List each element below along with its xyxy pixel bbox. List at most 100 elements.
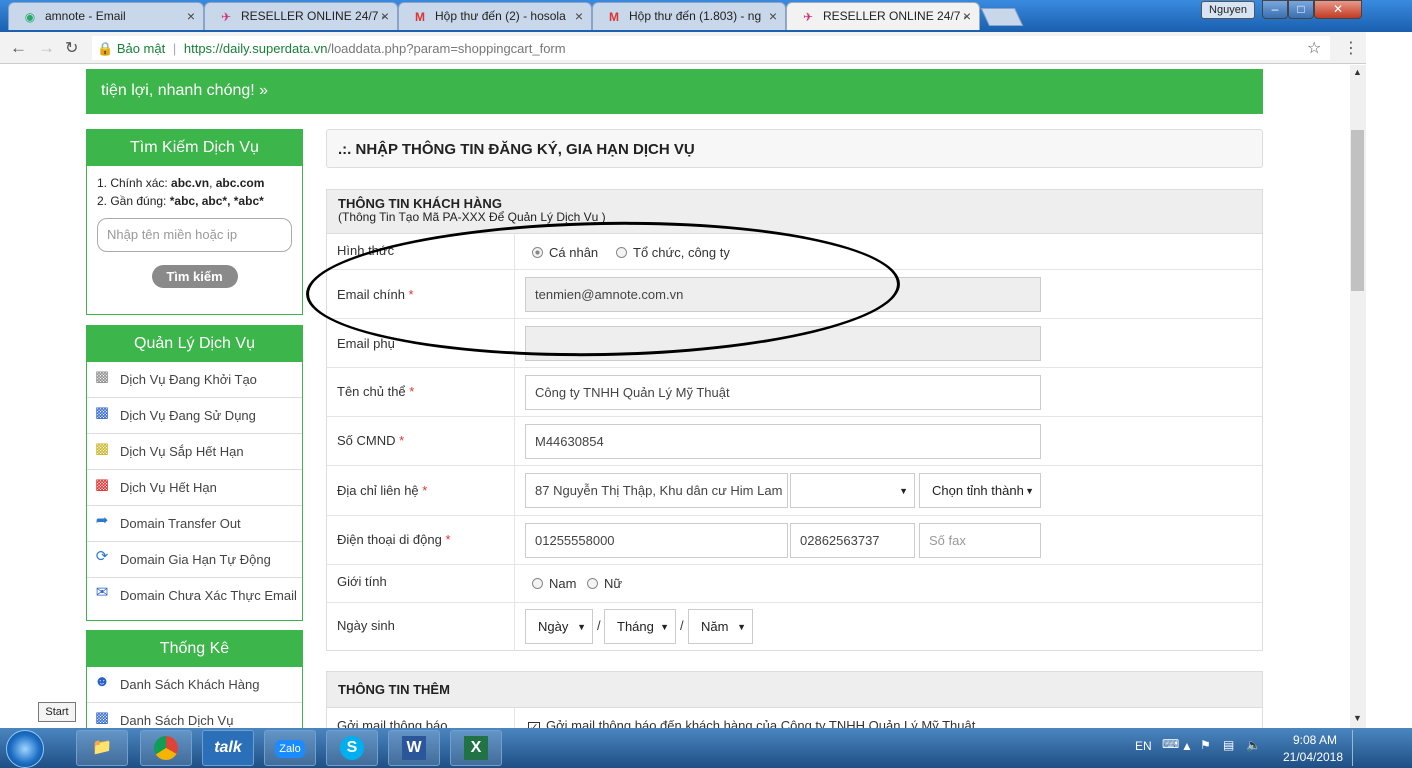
menu-item-customers[interactable]: ☻ Danh Sách Khách Hàng	[87, 667, 302, 703]
scroll-down-icon[interactable]: ▼	[1353, 713, 1362, 723]
vertical-scrollbar[interactable]: ▲ ▼	[1350, 65, 1366, 728]
expiring-service-icon: ▩	[94, 440, 110, 457]
divider	[514, 708, 515, 728]
menu-item-expired[interactable]: ▩ Dịch Vụ Hết Hạn	[87, 470, 302, 506]
address-field[interactable]: 87 Nguyễn Thị Thập, Khu dân cư Him Lam	[525, 473, 788, 508]
clock-time[interactable]: 9:08 AM	[1284, 733, 1346, 747]
close-tab-icon[interactable]: ×	[187, 8, 195, 24]
domain-search-input[interactable]: Nhập tên miền hoặc ip	[97, 218, 292, 252]
radio-male[interactable]: Nam	[532, 576, 576, 591]
browser-tabstrip: ◉ amnote - Email × ✈ RESELLER ONLINE 24/…	[0, 0, 1412, 32]
browser-tab-reseller-active[interactable]: ✈ RESELLER ONLINE 24/7 - ×	[786, 2, 980, 30]
show-desktop-button[interactable]	[1352, 730, 1366, 766]
menu-item-transfer[interactable]: ➦ Domain Transfer Out	[87, 506, 302, 542]
row-id: Số CMND * M44630854	[327, 417, 1262, 466]
owner-name-field[interactable]: Công ty TNHH Quản Lý Mỹ Thuật	[525, 375, 1041, 410]
section-subheading: (Thông Tin Tạo Mã PA-XXX Để Quản Lý Dịch…	[338, 210, 606, 224]
phone-field[interactable]: 02862563737	[790, 523, 915, 558]
customer-section-header: THÔNG TIN KHÁCH HÀNG (Thông Tin Tạo Mã P…	[327, 190, 1262, 234]
menu-item-services[interactable]: ▩ Danh Sách Dịch Vụ	[87, 703, 302, 728]
label-text: Điện thoại di động	[337, 532, 442, 547]
volume-icon[interactable]: 🔈	[1246, 738, 1261, 752]
district-select[interactable]: ▼	[790, 473, 915, 508]
menu-item-expiring[interactable]: ▩ Dịch Vụ Sắp Hết Hạn	[87, 434, 302, 470]
chrome-taskbar-button[interactable]	[140, 730, 192, 766]
zalo-icon: Zalo	[275, 740, 305, 758]
promo-banner: tiện lợi, nhanh chóng! »	[86, 69, 1263, 114]
date-separator: /	[680, 618, 684, 633]
language-indicator[interactable]: EN	[1135, 739, 1152, 753]
manage-services-box: Quản Lý Dịch Vụ ▩ Dịch Vụ Đang Khởi Tạo ▩…	[86, 325, 303, 621]
province-select[interactable]: Chọn tỉnh thành ▼	[919, 473, 1041, 508]
close-tab-icon[interactable]: ×	[381, 8, 389, 24]
menu-item-active[interactable]: ▩ Dịch Vụ Đang Sử Dụng	[87, 398, 302, 434]
dob-year-select[interactable]: Năm ▼	[688, 609, 753, 644]
browser-tab-amnote[interactable]: ◉ amnote - Email ×	[8, 2, 204, 30]
address-bar[interactable]: 🔒 Bảo mật | https://daily.superdata.vn/l…	[92, 36, 1330, 60]
url-path: /loaddata.php?param=shoppingcart_form	[327, 41, 566, 56]
phone-label: Điện thoại di động *	[337, 532, 451, 547]
bookmark-star-icon[interactable]: ☆	[1307, 38, 1321, 58]
close-window-button[interactable]: ✕	[1314, 0, 1362, 19]
dob-month-select[interactable]: Tháng ▼	[604, 609, 676, 644]
id-number-field[interactable]: M44630854	[525, 424, 1041, 459]
close-tab-icon[interactable]: ×	[963, 8, 971, 24]
browser-tab-gmail-1[interactable]: M Hộp thư đến (2) - hosola ×	[398, 2, 592, 30]
forward-icon[interactable]: →	[38, 38, 55, 58]
menu-item-auto-renew[interactable]: ⟳ Domain Gia Hạn Tự Động	[87, 542, 302, 578]
back-icon[interactable]: ←	[10, 38, 27, 58]
radio-female[interactable]: Nữ	[587, 576, 622, 591]
skype-taskbar-button[interactable]: S	[326, 730, 378, 766]
select-value: Chọn tỉnh thành	[932, 483, 1024, 498]
start-button[interactable]	[6, 730, 44, 768]
notify-checkbox[interactable]: ✓ Gởi mail thông báo đến khách hàng của C…	[528, 718, 975, 728]
required-mark: *	[445, 532, 451, 547]
new-tab-button[interactable]	[980, 8, 1024, 26]
search-button[interactable]: Tìm kiếm	[151, 265, 238, 288]
scroll-thumb[interactable]	[1351, 130, 1364, 291]
network-icon[interactable]: ▤	[1223, 738, 1234, 752]
scroll-up-icon[interactable]: ▲	[1353, 67, 1362, 77]
browser-tab-gmail-2[interactable]: M Hộp thư đến (1.803) - ng ×	[592, 2, 786, 30]
minimize-button[interactable]: –	[1262, 0, 1288, 19]
close-tab-icon[interactable]: ×	[575, 8, 583, 24]
profile-button[interactable]: Nguyen	[1201, 1, 1255, 19]
section-heading: THÔNG TIN KHÁCH HÀNG	[338, 196, 502, 211]
dropdown-arrow-icon: ▼	[1025, 486, 1034, 496]
gender-label: Giới tính	[337, 574, 387, 589]
skype-icon: S	[340, 736, 364, 760]
explorer-taskbar-button[interactable]: 📁	[76, 730, 128, 766]
show-hidden-icons-icon[interactable]: ▲	[1181, 739, 1193, 753]
reload-icon[interactable]: ↻	[65, 38, 78, 58]
url-host: https://daily.superdata.vn	[183, 41, 328, 56]
excel-icon: X	[464, 736, 488, 760]
menu-item-init[interactable]: ▩ Dịch Vụ Đang Khởi Tạo	[87, 362, 302, 398]
browser-tab-reseller[interactable]: ✈ RESELLER ONLINE 24/7 - ×	[204, 2, 398, 30]
stats-box-title: Thống Kê	[87, 631, 302, 667]
mobile-field[interactable]: 01255558000	[525, 523, 788, 558]
close-tab-icon[interactable]: ×	[769, 8, 777, 24]
tab-title: Hộp thư đến (2) - hosola	[435, 9, 566, 23]
radio-label: Nam	[549, 576, 577, 591]
divider	[514, 565, 515, 602]
customers-icon: ☻	[94, 673, 110, 690]
zalo-taskbar-button[interactable]: Zalo	[264, 730, 316, 766]
clock-date[interactable]: 21/04/2018	[1280, 750, 1346, 764]
row-notify: Gởi mail thông báo ✓ Gởi mail thông báo đ…	[327, 708, 1262, 728]
init-service-icon: ▩	[94, 368, 110, 385]
excel-taskbar-button[interactable]: X	[450, 730, 502, 766]
hint-example: abc.vn	[171, 176, 210, 190]
menu-icon[interactable]: ⋮	[1343, 38, 1359, 58]
word-taskbar-button[interactable]: W	[388, 730, 440, 766]
keyboard-icon[interactable]: ⌨	[1162, 737, 1179, 751]
talk-icon: talk	[214, 739, 242, 756]
radio-circle	[587, 578, 598, 589]
menu-item-unverified[interactable]: ✉ Domain Chưa Xác Thực Email	[87, 578, 302, 614]
fax-field[interactable]: Số fax	[919, 523, 1041, 558]
talk-taskbar-button[interactable]: talk	[202, 730, 254, 766]
label-text: Tên chủ thể	[337, 384, 406, 399]
action-center-icon[interactable]: ⚑	[1200, 738, 1211, 752]
menu-label: Dịch Vụ Đang Khởi Tạo	[120, 372, 257, 387]
maximize-button[interactable]: □	[1288, 0, 1314, 19]
dob-day-select[interactable]: Ngày ▼	[525, 609, 593, 644]
